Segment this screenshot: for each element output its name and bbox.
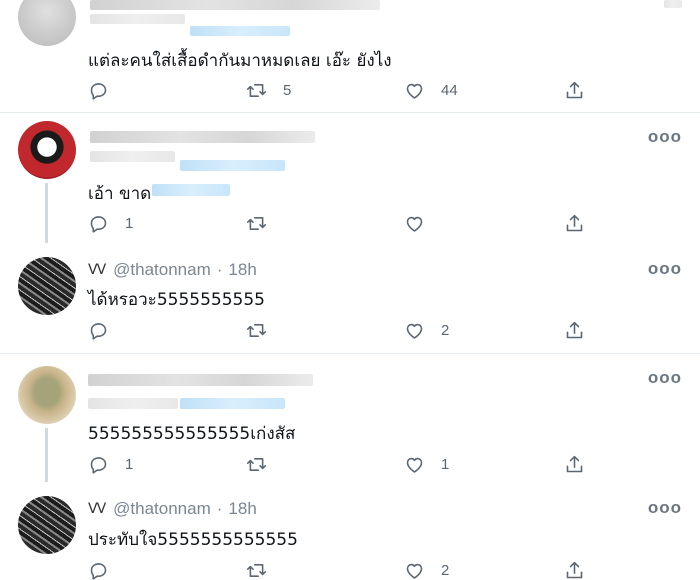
avatar[interactable] [18,0,76,46]
blurred-handle [90,14,185,24]
like-button[interactable]: 2 [404,557,449,580]
blurred-username [90,131,315,143]
tweet-2[interactable]: ooo เอ้า ขาด 1 [0,113,700,243]
blurred-handle [90,151,175,162]
like-count: 2 [441,321,450,339]
like-button[interactable]: 2 [404,317,449,343]
share-button[interactable] [564,557,585,580]
tweet-header: ᐯᐯ @thatonnam · 18h [88,499,257,519]
thread-line [45,428,48,482]
share-button[interactable] [564,210,585,236]
reply-button[interactable] [88,317,125,343]
like-icon [404,560,425,580]
more-icon[interactable]: ooo [648,259,682,279]
more-icon[interactable]: ooo [648,498,682,518]
blurred-mention [180,160,285,171]
retweet-count: 5 [283,81,292,99]
tweet-actions: 1 [88,210,608,236]
blurred-mention [152,184,230,196]
tweet-header: ᐯᐯ @thatonnam · 18h [88,260,257,280]
like-icon [404,454,425,475]
reply-count: 1 [125,214,134,232]
reply-button[interactable]: 1 [88,210,133,236]
retweet-icon [246,80,267,101]
display-name[interactable]: ᐯᐯ [88,262,106,278]
tweet-text: ประทับใจ5555555555555 [88,530,298,550]
reply-button[interactable] [88,557,125,580]
display-name[interactable]: ᐯᐯ [88,501,106,517]
like-count: 44 [441,81,458,99]
reply-button[interactable]: 1 [88,451,133,477]
blurred-mention [180,398,285,409]
reply-icon [88,320,109,341]
avatar[interactable] [18,496,76,554]
share-icon [564,560,585,580]
tweet-text: 555555555555555เก่งสัส [88,424,296,444]
blurred-mark [664,0,682,8]
user-handle[interactable]: @thatonnam [113,260,211,280]
reply-icon [88,80,109,101]
retweet-icon [246,560,267,580]
like-count: 2 [441,561,450,579]
tweet-text: ได้หรอวะ5555555555 [88,290,265,310]
retweet-icon [246,454,267,475]
reply-icon [88,560,109,580]
retweet-button[interactable] [246,557,283,580]
share-icon [564,213,585,234]
tweet-actions: 5 44 [88,77,608,103]
tweet-3[interactable]: ᐯᐯ @thatonnam · 18h ooo ได้หรอวะ55555555… [0,241,700,353]
retweet-button[interactable] [246,317,283,343]
like-icon [404,213,425,234]
more-icon[interactable]: ooo [648,127,682,147]
user-handle[interactable]: @thatonnam [113,499,211,519]
avatar[interactable] [18,366,76,424]
tweet-actions: 2 [88,317,608,343]
reply-count: 1 [125,455,134,473]
retweet-icon [246,320,267,341]
separator-dot: · [216,499,223,518]
blurred-mention [190,26,290,36]
retweet-button[interactable] [246,451,283,477]
tweet-text: เอ้า ขาด [88,184,152,204]
share-button[interactable] [564,77,585,103]
avatar[interactable] [18,121,76,179]
blurred-username [88,374,313,386]
like-button[interactable]: 1 [404,451,449,477]
retweet-button[interactable]: 5 [246,77,291,103]
reply-icon [88,213,109,234]
tweet-actions: 2 [88,557,608,580]
share-button[interactable] [564,451,585,477]
share-icon [564,454,585,475]
reply-icon [88,454,109,475]
blurred-handle [88,398,178,409]
tweet-4[interactable]: ooo 555555555555555เก่งสัส 1 1 [0,354,700,482]
retweet-icon [246,213,267,234]
tweet-time[interactable]: 18h [228,499,256,519]
tweet-actions: 1 1 [88,451,608,477]
tweet-5[interactable]: ᐯᐯ @thatonnam · 18h ooo ประทับใจ55555555… [0,482,700,580]
like-icon [404,320,425,341]
tweet-time[interactable]: 18h [228,260,256,280]
tweet-1[interactable]: แต่ละคนใส่เสื้อดำกันมาหมดเลย เอ๊ะ ยังไง … [0,0,700,112]
more-icon[interactable]: ooo [648,368,682,388]
share-icon [564,80,585,101]
tweet-text: แต่ละคนใส่เสื้อดำกันมาหมดเลย เอ๊ะ ยังไง [88,51,392,71]
separator-dot: · [216,260,223,279]
like-count: 1 [441,455,450,473]
like-icon [404,80,425,101]
share-button[interactable] [564,317,585,343]
avatar[interactable] [18,257,76,315]
blurred-username [90,0,380,10]
retweet-button[interactable] [246,210,283,236]
reply-button[interactable] [88,77,125,103]
thread-line [45,183,48,243]
like-button[interactable] [404,210,441,236]
like-button[interactable]: 44 [404,77,458,103]
share-icon [564,320,585,341]
